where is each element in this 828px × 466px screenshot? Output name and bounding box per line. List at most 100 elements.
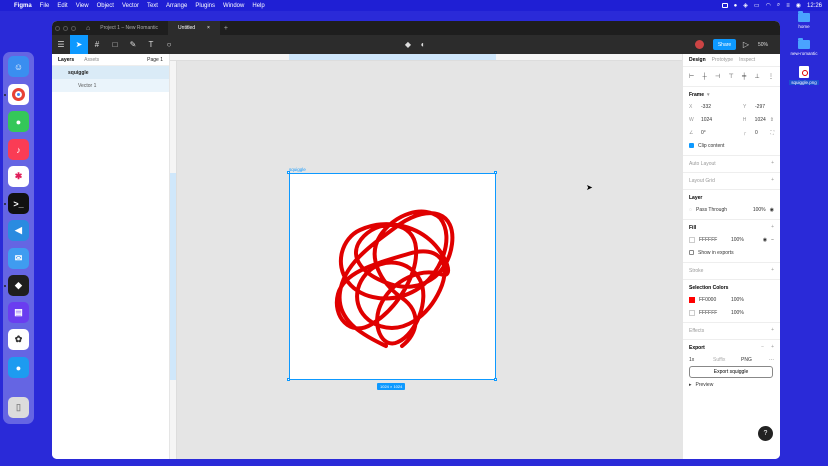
show-exports-checkbox[interactable] [689,250,694,255]
resize-handle[interactable] [494,378,497,381]
tab-prototype[interactable]: Prototype [712,57,733,63]
add-tab-button[interactable]: + [224,25,228,32]
help-button[interactable]: ? [758,426,773,441]
tab-layers[interactable]: Layers [58,57,74,63]
export-button[interactable]: Export squiggle [689,366,773,378]
add-export-icon[interactable]: + [771,344,774,350]
share-button[interactable]: Share [713,39,736,50]
music-icon[interactable]: ♪ [8,139,29,160]
export-scale[interactable]: 1x [689,357,709,363]
align-center-icon[interactable]: ┼ [702,74,706,80]
mail-icon[interactable]: ✉ [8,248,29,269]
corners-icon[interactable]: ⛶ [770,130,774,136]
finder-icon[interactable]: ☺ [8,56,29,77]
rotation-field[interactable]: 0° [701,130,739,136]
preview-row[interactable]: ▸ Preview [689,378,774,391]
remove-export-icon[interactable]: − [761,344,764,350]
selection-color-row[interactable]: FFFFFF 100% [689,306,774,319]
color-swatch[interactable] [689,296,695,303]
fill-hex[interactable]: FFFFFF [699,237,727,243]
screen-icon[interactable] [721,3,728,8]
add-effect-icon[interactable]: + [771,327,774,333]
zoom-level[interactable]: 50% [758,42,768,48]
tab-design[interactable]: Design [689,57,706,63]
clip-checkbox[interactable] [689,143,694,148]
menu-edit[interactable]: Edit [57,3,67,9]
tab-project[interactable]: Project 1 – New Romantic [90,21,168,35]
layer-opacity[interactable]: 100% [753,207,766,213]
page-selector[interactable]: Page 1 [147,57,163,63]
frame-title[interactable]: Frame ▾ [689,90,774,100]
more-icon[interactable]: ⋯ [769,357,774,363]
export-format[interactable]: PNG [741,357,752,363]
desktop-file-squiggle[interactable]: squiggle.png [789,66,819,85]
menu-plugins[interactable]: Plugins [195,3,215,9]
color-opacity[interactable]: 100% [731,297,744,303]
tab-assets[interactable]: Assets [84,57,99,63]
desktop-folder-new-romantic[interactable]: new-romantic [789,38,819,56]
close-icon[interactable]: × [207,25,210,31]
photos-icon[interactable]: ✿ [8,329,29,350]
messages-icon[interactable]: ● [8,111,29,132]
clock[interactable]: 12:26 [807,3,822,9]
fill-opacity[interactable]: 100% [731,237,744,243]
menu-file[interactable]: File [40,3,50,9]
window-close-button[interactable] [55,25,60,31]
terminal-icon[interactable]: >_ [8,193,29,214]
window-minimize-button[interactable] [63,25,68,31]
color-opacity[interactable]: 100% [731,310,744,316]
frame-tool-icon[interactable]: # [88,35,106,54]
add-fill-icon[interactable]: + [771,224,774,230]
comment-tool-icon[interactable]: ○ [160,35,178,54]
figma-menu-icon[interactable]: ◈ [743,2,748,9]
x-field[interactable]: -332 [701,104,739,110]
resize-handle[interactable] [287,171,290,174]
export-suffix[interactable]: Suffix [713,357,737,363]
color-hex[interactable]: FF0000 [699,297,727,303]
battery-icon[interactable]: ▭ [754,2,760,9]
avatar[interactable] [690,35,708,54]
menu-app-name[interactable]: Figma [14,3,32,9]
menu-vector[interactable]: Vector [122,3,139,9]
chrome-icon[interactable] [8,84,29,105]
tab-untitled[interactable]: Untitled × [168,21,220,35]
radius-field[interactable]: 0 [755,130,758,136]
align-left-icon[interactable]: ⊢ [689,73,694,80]
color-swatch[interactable] [689,309,695,316]
align-bottom-icon[interactable]: ⊥ [754,73,759,80]
fill-visibility-icon[interactable]: ◉ [763,237,767,243]
canvas[interactable]: squiggle 1024 × 1024 ➤ [170,54,682,459]
resize-handle[interactable] [494,171,497,174]
shape-tool-icon[interactable]: □ [106,35,124,54]
pen-tool-icon[interactable]: ✎ [124,35,142,54]
menu-text[interactable]: Text [147,3,158,9]
figma-icon[interactable]: ◆ [8,275,29,296]
constrain-icon[interactable]: ⇕ [770,117,774,123]
main-menu-icon[interactable]: ☰ [52,35,70,54]
resize-handle[interactable] [287,378,290,381]
w-field[interactable]: 1024 [701,117,739,123]
menu-object[interactable]: Object [97,3,114,9]
frame-label[interactable]: squiggle [289,167,306,172]
bird-icon[interactable]: ● [8,357,29,378]
record-icon[interactable]: ● [734,3,738,9]
slack-icon[interactable]: ✱ [8,166,29,187]
desktop-folder-home[interactable]: home [789,11,819,29]
h-field[interactable]: 1024 [755,117,766,123]
contrast-icon[interactable]: ◐ [414,35,432,54]
layer-row-squiggle[interactable]: squiggle [52,66,169,79]
menu-help[interactable]: Help [252,3,264,9]
layer-row-vector[interactable]: Vector 1 [52,79,169,92]
present-icon[interactable]: ▷ [737,35,755,54]
add-auto-layout-icon[interactable]: + [771,160,774,166]
menu-window[interactable]: Window [223,3,244,9]
blend-mode-select[interactable]: Pass Through [696,207,727,213]
menu-arrange[interactable]: Arrange [166,3,187,9]
stack-icon[interactable]: ▤ [8,302,29,323]
move-tool-icon[interactable]: ➤ [70,35,88,54]
vscode-icon[interactable]: ◀ [8,220,29,241]
menu-view[interactable]: View [76,3,89,9]
visibility-icon[interactable]: ◉ [770,207,774,213]
artboard-squiggle[interactable] [289,173,496,380]
search-icon[interactable]: ⌕ [777,2,780,9]
